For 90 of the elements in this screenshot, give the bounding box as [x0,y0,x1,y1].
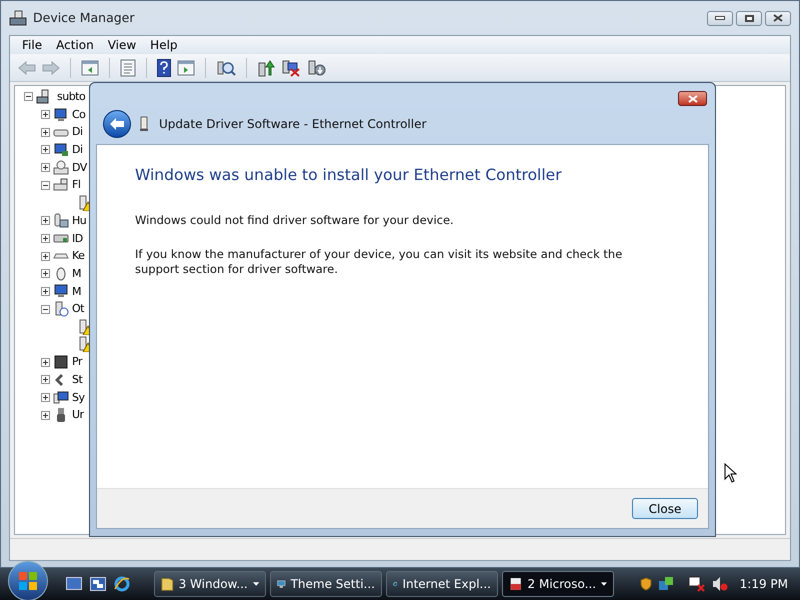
volume-muted-icon[interactable] [712,576,728,592]
collapse-icon[interactable] [41,180,50,190]
tree-item-label[interactable]: Ot [72,300,84,318]
tree-item-label[interactable]: Co [72,106,86,124]
start-button[interactable] [8,561,48,600]
minimize-button[interactable] [707,10,733,26]
taskbar-button[interactable]: 2 Microso... [502,571,614,597]
disable-device-icon[interactable] [307,58,327,76]
expand-icon[interactable] [41,393,50,402]
taskbar-button[interactable]: Theme Setti... [270,571,382,597]
shield-icon[interactable] [640,577,652,591]
update-driver-icon[interactable] [257,58,275,76]
device-icon [53,390,69,406]
dropdown-caret-icon [252,582,259,586]
tree-item-label[interactable]: M [72,264,81,283]
expand-icon[interactable] [41,358,50,367]
network-status-icon[interactable] [658,576,674,592]
taskbar-button[interactable]: Internet Expl... [386,571,498,597]
device-icon [53,177,69,194]
tree-item-label[interactable]: Pr [72,353,82,372]
tree-item-label[interactable]: ID [72,230,83,248]
document-icon [509,576,523,592]
expand-icon[interactable] [41,375,50,384]
expand-icon[interactable] [41,252,50,261]
tree-item-label[interactable]: Di [72,123,83,142]
collapse-icon[interactable] [41,304,50,314]
clock[interactable]: 1:19 PM [740,575,788,593]
menu-item[interactable]: View [102,36,142,54]
expand-icon[interactable] [41,286,50,296]
browser-icon [114,576,130,592]
dialog-title: Update Driver Software - Ethernet Controller [159,116,426,132]
folder-icon [161,576,174,592]
menu-item[interactable]: Action [50,36,100,54]
back-arrow-icon [109,116,125,130]
expand-icon[interactable] [41,145,50,154]
tree-item-label[interactable]: M [72,282,81,300]
dialog-message: Windows could not find driver software for your device. [135,213,455,228]
maximize-icon [744,14,754,22]
device-manager-icon [9,10,27,26]
dialog-close-button[interactable] [678,91,707,106]
windows-logo-icon [18,571,38,591]
dialog-heading: Windows was unable to install your Ethernet Controller [135,165,563,186]
device-icon [53,301,69,318]
maximize-button[interactable] [736,10,762,26]
collapse-icon[interactable] [24,92,33,102]
tree-item-label[interactable]: St [72,371,82,389]
switch-windows-icon[interactable] [90,577,106,591]
tree-item-label[interactable]: Di [72,141,83,159]
device-icon [53,106,69,123]
tree-item-label[interactable]: Fl [72,176,80,194]
close-button[interactable] [765,10,791,26]
device-icon [53,160,69,176]
expand-icon[interactable] [41,110,50,120]
tree-item-label[interactable]: subto [57,88,86,106]
taskbar-button[interactable]: 3 Window... [154,571,266,597]
pane-icon[interactable] [81,60,99,76]
expand-icon[interactable] [41,269,50,278]
dropdown-caret-icon [601,582,607,586]
close-icon [688,94,698,102]
device-icon [53,354,69,370]
scan-hardware-icon[interactable] [216,58,236,76]
device-icon [53,142,69,158]
window-title: Device Manager [33,8,135,27]
tree-item-label[interactable]: Ke [72,247,84,265]
uninstall-icon[interactable] [281,58,301,76]
close-dialog-button[interactable]: Close [632,498,698,519]
tree-item-label[interactable]: Sy [72,388,84,406]
help-icon[interactable] [157,58,171,76]
ethernet-device-icon [139,116,149,132]
tree-item-label[interactable]: Ur [72,406,84,424]
dialog-message: If you know the manufacturer of your device, you can visit its website and check the support section for driver software. [135,247,624,278]
show-desktop-icon[interactable] [66,577,82,591]
device-icon [53,283,69,300]
expand-icon[interactable] [41,410,50,420]
minimize-icon [715,16,725,20]
mouse-cursor-icon [724,463,737,483]
menu-item[interactable]: Help [144,36,184,54]
tree-item-label[interactable]: DV [72,158,87,176]
pane-icon[interactable] [177,60,195,76]
back-button[interactable] [103,110,131,138]
properties-icon[interactable] [120,58,136,76]
tree-item-label[interactable]: Hu [72,212,86,230]
close-icon [773,14,783,22]
expand-icon[interactable] [41,234,50,243]
device-icon [53,212,69,229]
network-disconnected-icon[interactable] [688,576,706,592]
expand-icon[interactable] [41,216,50,226]
expand-icon[interactable] [41,163,50,172]
menu-item[interactable]: File [16,36,48,54]
expand-icon[interactable] [41,128,50,137]
